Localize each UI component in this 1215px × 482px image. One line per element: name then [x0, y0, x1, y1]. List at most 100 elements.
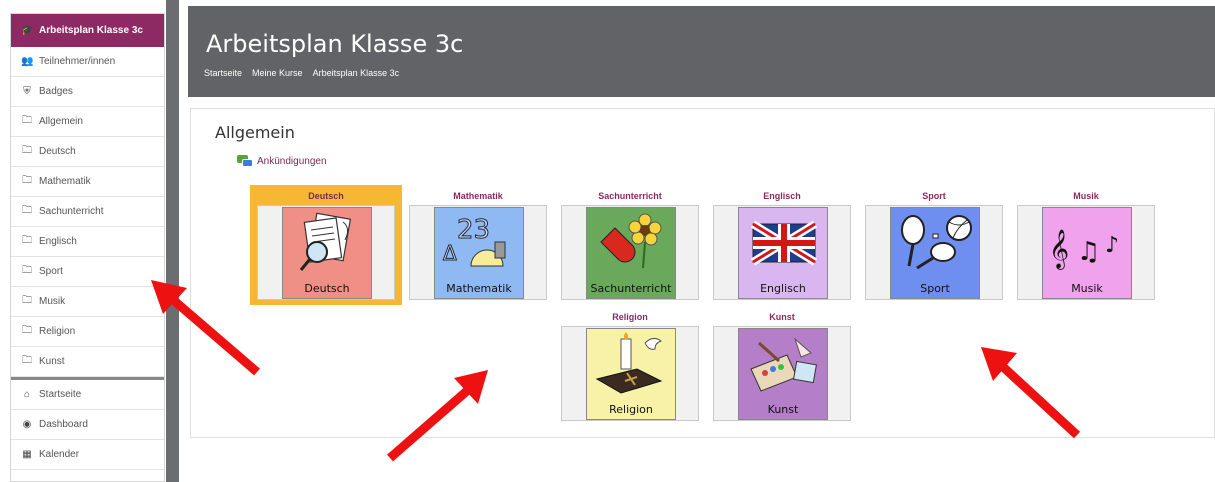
folder-icon: 🗀 — [22, 235, 32, 246]
sidebar-item-allgemein[interactable]: 🗀 Allgemein — [11, 107, 164, 137]
folder-icon: 🗀 — [22, 325, 32, 336]
sidebar-item-label: Kalender — [39, 449, 80, 460]
annotation-arrow-sidebar — [151, 280, 260, 376]
dashboard-icon: ◉ — [22, 419, 32, 430]
tile-picture-label: Mathematik — [446, 282, 512, 295]
tile-frame: Religion — [561, 326, 699, 421]
page-header: Arbeitsplan Klasse 3c Startseite Meine K… — [188, 6, 1215, 97]
sidebar-item-label: Allgemein — [39, 116, 83, 127]
tile-picture-label: Musik — [1071, 282, 1103, 295]
sidebar-item-participants[interactable]: 👥 Teilnehmer/innen — [11, 47, 164, 77]
folder-icon: 🗀 — [22, 205, 32, 216]
sidebar-item-label: Kunst — [39, 356, 65, 367]
sidebar-item-kunst[interactable]: 🗀 Kunst — [11, 347, 164, 377]
svg-text:23: 23 — [457, 215, 490, 245]
tile-frame: 23 Δ Mathematik — [409, 205, 547, 300]
tile-deutsch[interactable]: Deutsch Deutsch — [250, 185, 402, 305]
sidebar-item-label: Sachunterricht — [39, 206, 104, 217]
annotation-arrow-tiles-right — [981, 347, 1081, 439]
tile-title: Sport — [922, 191, 946, 201]
shield-icon: ⛨ — [23, 86, 31, 97]
sidebar-item-sport[interactable]: 🗀 Sport — [11, 257, 164, 287]
tile-title: Musik — [1073, 191, 1099, 201]
graduation-cap-icon: 🎓 — [21, 25, 34, 36]
home-icon: ⌂ — [23, 389, 31, 400]
folder-icon: 🗀 — [22, 265, 32, 276]
sidebar-item-label: Musik — [39, 296, 66, 307]
sachunterricht-picture-icon: Sachunterricht — [586, 207, 676, 299]
sidebar-item-label: Englisch — [39, 236, 77, 247]
tile-picture-label: Kunst — [767, 403, 799, 416]
svg-text:♫: ♫ — [1077, 237, 1100, 267]
tile-frame: Deutsch — [257, 205, 395, 300]
tile-title: Sachunterricht — [598, 191, 662, 201]
page-title: Arbeitsplan Klasse 3c — [206, 30, 464, 58]
tile-frame: Sport — [865, 205, 1003, 300]
mathematik-picture-icon: 23 Δ Mathematik — [434, 207, 524, 299]
sidebar-item-label: Badges — [39, 86, 73, 97]
folder-icon: 🗀 — [22, 355, 32, 366]
sidebar-item-dashboard[interactable]: ◉ Dashboard — [11, 410, 164, 440]
sidebar-item-label: Dashboard — [39, 419, 88, 430]
sidebar-item-deutsch[interactable]: 🗀 Deutsch — [11, 137, 164, 167]
deutsch-picture-icon: Deutsch — [282, 207, 372, 299]
tile-sport[interactable]: Sport Sport — [858, 185, 1010, 305]
tile-picture-label: Religion — [609, 403, 653, 416]
announcements-label: Ankündigungen — [257, 156, 327, 167]
breadcrumb-startseite[interactable]: Startseite — [204, 68, 242, 78]
tile-musik[interactable]: Musik 𝄞 ♫ ♪ Musik — [1010, 185, 1162, 305]
tile-frame: Kunst — [713, 326, 851, 421]
tile-frame: 𝄞 ♫ ♪ Musik — [1017, 205, 1155, 300]
course-sidebar: 🎓 Arbeitsplan Klasse 3c 👥 Teilnehmer/inn… — [10, 13, 165, 482]
breadcrumb-meine-kurse[interactable]: Meine Kurse — [252, 68, 303, 78]
tile-picture-label: Deutsch — [304, 282, 350, 295]
announcements-link[interactable]: Ankündigungen — [237, 155, 327, 168]
sidebar-item-sachunterricht[interactable]: 🗀 Sachunterricht — [11, 197, 164, 227]
englisch-picture-icon: Englisch — [738, 207, 828, 299]
tile-religion[interactable]: Religion Religion — [554, 306, 706, 426]
religion-picture-icon: Religion — [586, 328, 676, 420]
folder-icon: 🗀 — [22, 295, 32, 306]
sidebar-item-label: Startseite — [39, 389, 82, 400]
sidebar-item-course[interactable]: 🎓 Arbeitsplan Klasse 3c — [11, 14, 164, 47]
sidebar-item-badges[interactable]: ⛨ Badges — [11, 77, 164, 107]
tile-picture-label: Sport — [920, 282, 950, 295]
forum-icon — [237, 155, 253, 168]
annotation-arrow-tiles-left — [387, 370, 488, 462]
folder-icon: 🗀 — [22, 115, 32, 126]
tile-title: Mathematik — [453, 191, 503, 201]
tile-englisch[interactable]: Englisch Englisch — [706, 185, 858, 305]
tile-title: Deutsch — [308, 191, 344, 201]
breadcrumb: Startseite Meine Kurse Arbeitsplan Klass… — [204, 68, 399, 78]
tile-frame: Englisch — [713, 205, 851, 300]
svg-text:Δ: Δ — [443, 241, 457, 265]
sidebar-item-startseite[interactable]: ⌂ Startseite — [11, 380, 164, 410]
sidebar-item-mathematik[interactable]: 🗀 Mathematik — [11, 167, 164, 197]
tile-title: Kunst — [769, 312, 795, 322]
svg-text:♪: ♪ — [1105, 233, 1119, 258]
sidebar-item-kalender[interactable]: ▦ Kalender — [11, 440, 164, 470]
sidebar-item-englisch[interactable]: 🗀 Englisch — [11, 227, 164, 257]
tile-sachunterricht[interactable]: Sachunterricht Sachunterricht — [554, 185, 706, 305]
svg-text:𝄞: 𝄞 — [1049, 229, 1069, 270]
sidebar-item-label: Teilnehmer/innen — [39, 56, 116, 67]
sidebar-item-label: Religion — [39, 326, 76, 337]
tile-frame: Sachunterricht — [561, 205, 699, 300]
breadcrumb-course[interactable]: Arbeitsplan Klasse 3c — [313, 68, 400, 78]
sidebar-item-label: Arbeitsplan Klasse 3c — [39, 25, 143, 36]
tile-kunst[interactable]: Kunst Kunst — [706, 306, 858, 426]
sidebar-item-label: Deutsch — [39, 146, 76, 157]
sport-picture-icon: Sport — [890, 207, 980, 299]
tile-picture-label: Englisch — [760, 282, 806, 295]
sidebar-item-musik[interactable]: 🗀 Musik — [11, 287, 164, 317]
tile-title: Englisch — [763, 191, 801, 201]
sidebar-item-label: Mathematik — [39, 176, 91, 187]
tile-title: Religion — [612, 312, 648, 322]
sidebar-item-religion[interactable]: 🗀 Religion — [11, 317, 164, 347]
sidebar-scroll-strip — [166, 0, 179, 482]
folder-icon: 🗀 — [22, 145, 32, 156]
calendar-icon: ▦ — [22, 449, 32, 460]
tile-mathematik[interactable]: Mathematik 23 Δ Mathematik — [402, 185, 554, 305]
section-title: Allgemein — [215, 123, 295, 142]
sidebar-item-label: Sport — [39, 266, 63, 277]
